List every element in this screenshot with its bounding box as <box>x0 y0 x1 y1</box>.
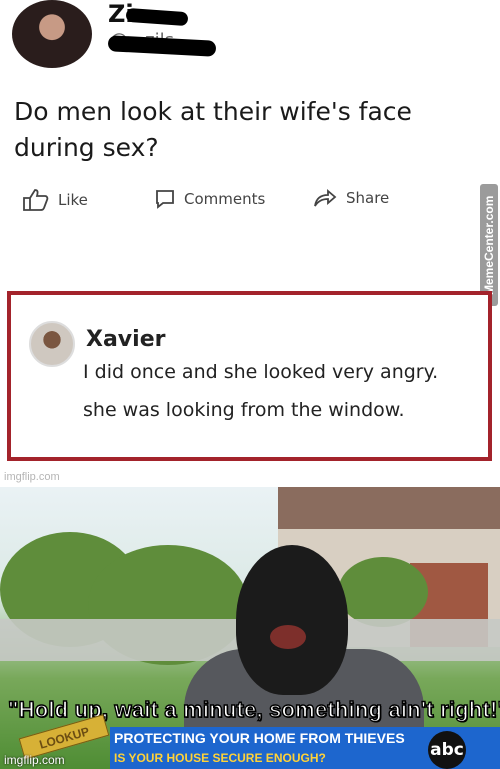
person-mouth <box>270 625 306 649</box>
redaction-scribble <box>107 35 217 57</box>
house-roof <box>278 487 500 529</box>
meme-top-panel: Zi @...zils Do men look at their wife's … <box>0 0 500 485</box>
meme-bottom-panel: "Hold up, wait a minute, something ain't… <box>0 487 500 769</box>
redaction-scribble <box>125 7 189 27</box>
reply-highlight-box: Xavier I did once and she looked very an… <box>7 291 492 461</box>
comments-label: Comments <box>184 190 266 208</box>
reply-author-name: Xavier <box>86 327 166 352</box>
post-actions: Like Comments Share <box>22 188 402 218</box>
tree <box>338 557 428 627</box>
reply-line-2: she was looking from the window. <box>83 399 405 421</box>
imgflip-watermark-top: imgflip.com <box>4 471 60 483</box>
person-head <box>236 545 348 695</box>
share-button[interactable]: Share <box>314 188 389 208</box>
like-button[interactable]: Like <box>22 188 88 212</box>
comments-button[interactable]: Comments <box>154 188 265 210</box>
share-label: Share <box>346 189 390 207</box>
news-subhead: IS YOUR HOUSE SECURE ENOUGH? <box>114 751 326 765</box>
share-icon <box>314 189 337 207</box>
news-headline: PROTECTING YOUR HOME FROM THIEVES <box>114 730 405 746</box>
avatar <box>12 0 92 68</box>
meme-caption: "Hold up, wait a minute, something ain't… <box>7 696 500 722</box>
thumbs-up-icon <box>23 189 49 211</box>
abc-logo-icon: abc <box>428 731 466 769</box>
imgflip-watermark-bottom: imgflip.com <box>4 753 65 767</box>
like-label: Like <box>58 191 88 209</box>
memecenter-watermark: MemeCenter.com <box>480 184 498 306</box>
post-question: Do men look at their wife's face during … <box>14 97 412 163</box>
reply-line-1: I did once and she looked very angry. <box>83 361 439 383</box>
comment-icon <box>156 190 174 209</box>
reply-avatar <box>29 321 75 367</box>
